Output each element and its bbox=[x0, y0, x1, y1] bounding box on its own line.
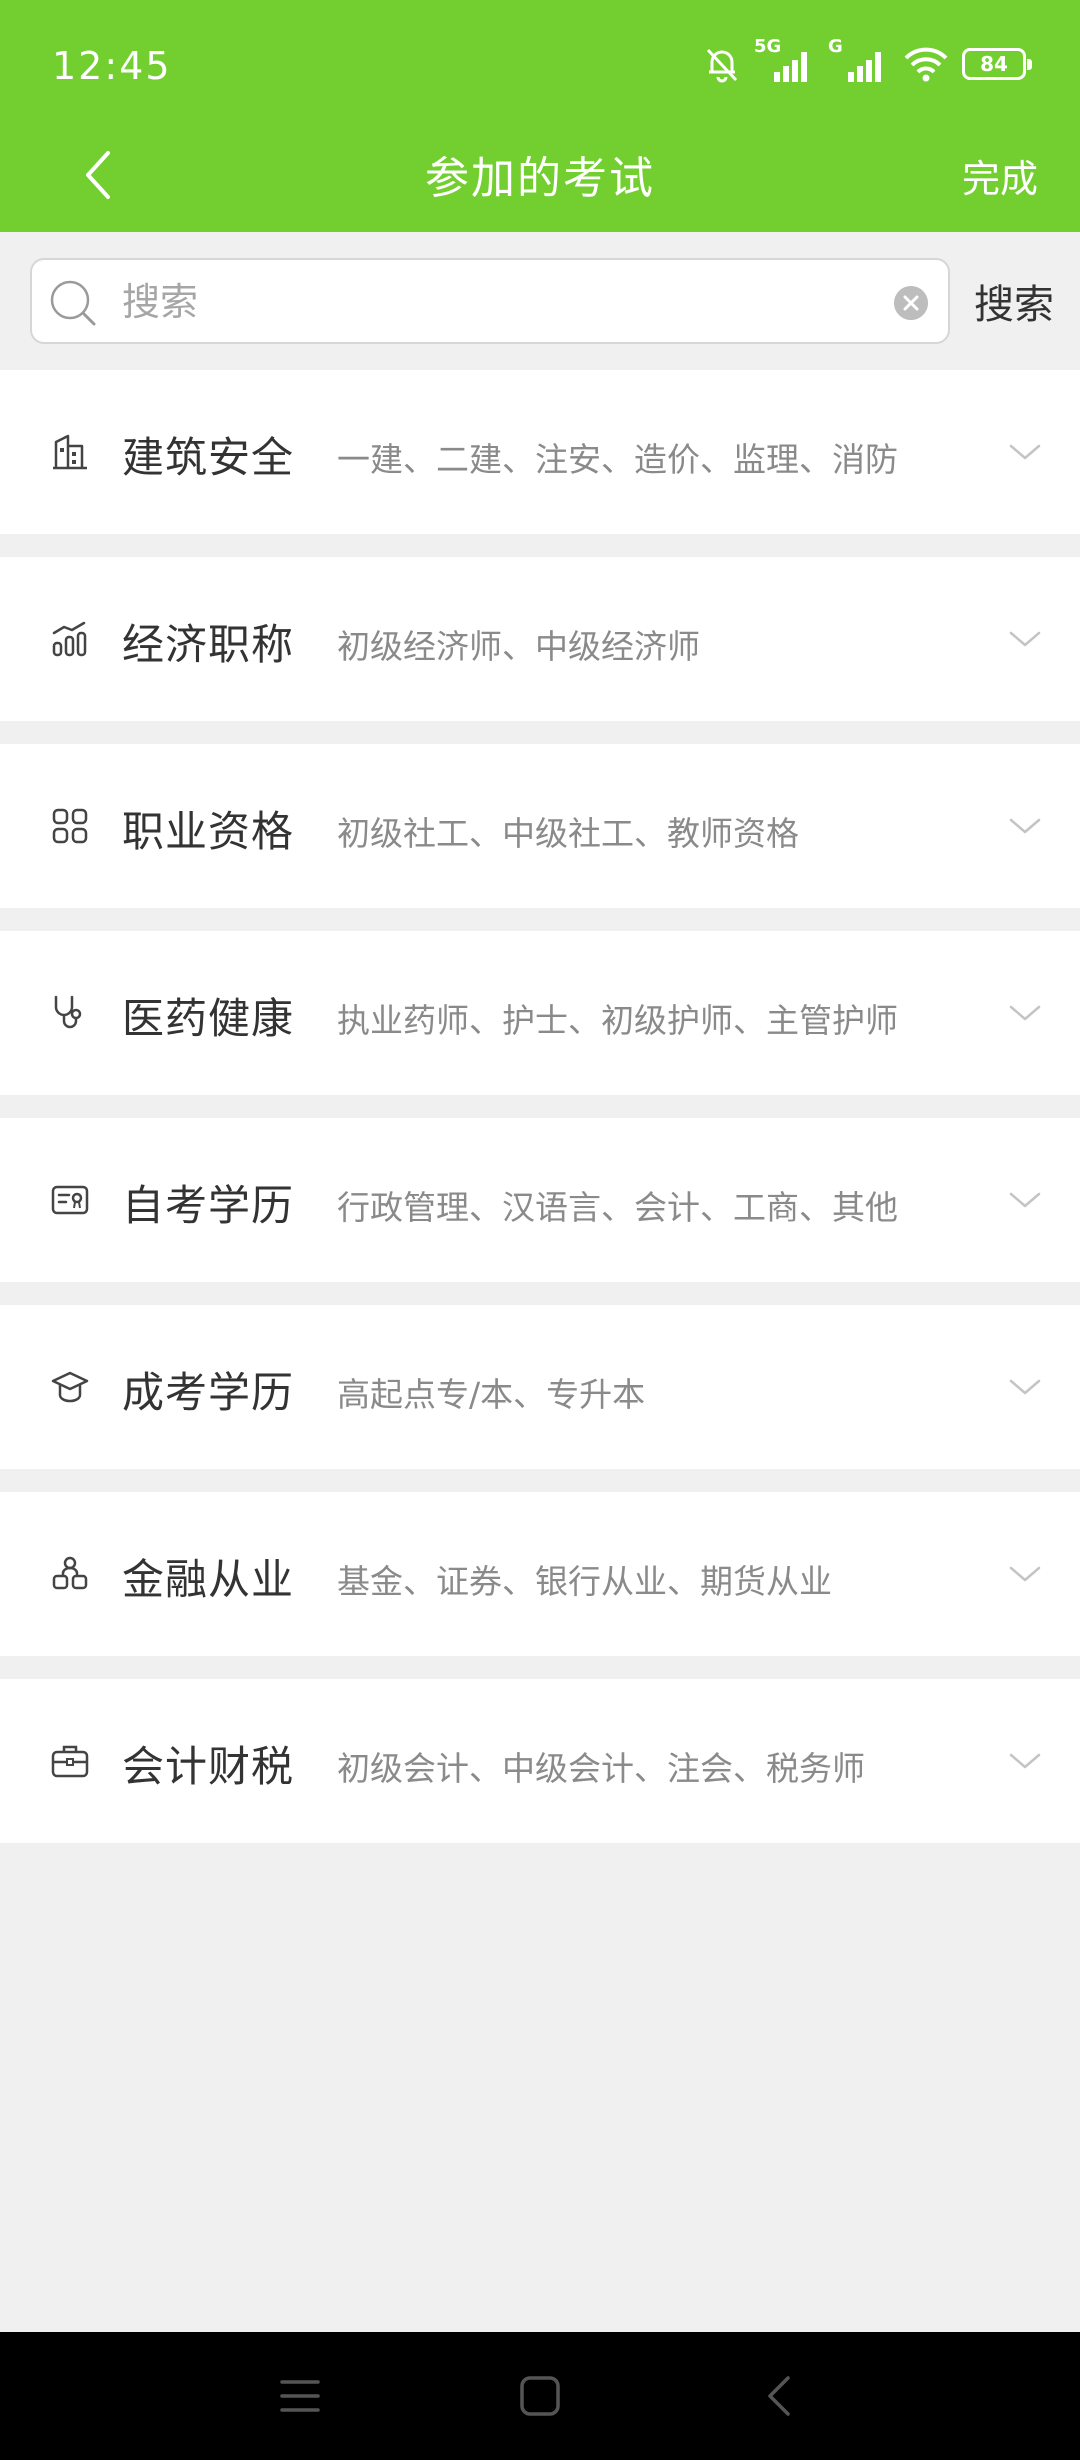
nav-back-icon[interactable] bbox=[760, 2372, 800, 2420]
category-title: 成考学历 bbox=[122, 1368, 295, 1417]
battery-icon: 84 bbox=[962, 48, 1032, 80]
signal-5g: 5G bbox=[754, 36, 816, 86]
status-time: 12:45 bbox=[52, 44, 172, 88]
clear-icon[interactable] bbox=[894, 286, 928, 320]
category-title: 会计财税 bbox=[122, 1742, 295, 1791]
search-box[interactable] bbox=[30, 258, 950, 344]
status-bar: 12:45 5G G 84 bbox=[0, 0, 1080, 120]
chevron-down-icon bbox=[1009, 818, 1041, 834]
bar-chart-icon bbox=[52, 621, 87, 657]
category-subtitle: 一建、二建、注安、造价、监理、消防 bbox=[337, 440, 898, 479]
graduation-cap-icon bbox=[51, 1371, 89, 1403]
category-subtitle: 基金、证券、银行从业、期货从业 bbox=[337, 1562, 832, 1601]
signal-g: G bbox=[828, 36, 890, 86]
signal-icon bbox=[774, 52, 807, 82]
category-row-medical[interactable]: 医药健康 执业药师、护士、初级护师、主管护师 bbox=[0, 931, 1080, 1095]
system-nav-bar bbox=[0, 2332, 1080, 2460]
header: 12:45 5G G 84 参加的考试 完成 bbox=[0, 0, 1080, 232]
chevron-down-icon bbox=[1009, 1753, 1041, 1769]
chevron-down-icon bbox=[1009, 1005, 1041, 1021]
search-area: 搜索 bbox=[0, 232, 1080, 370]
app-root: 12:45 5G G 84 参加的考试 完成 搜索 搜索 建筑安全 一建、二建、… bbox=[0, 0, 1080, 2460]
category-subtitle: 初级经济师、中级经济师 bbox=[337, 627, 700, 666]
chevron-down-icon bbox=[1009, 1192, 1041, 1208]
briefcase-icon bbox=[51, 1745, 89, 1778]
category-title: 医药健康 bbox=[122, 994, 295, 1043]
category-title: 职业资格 bbox=[122, 807, 295, 856]
category-row-building-safety[interactable]: 建筑安全 一建、二建、注安、造价、监理、消防 bbox=[0, 370, 1080, 534]
grid-icon bbox=[52, 808, 88, 844]
battery-level: 84 bbox=[980, 52, 1008, 76]
home-icon[interactable] bbox=[518, 2374, 562, 2418]
page-title: 参加的考试 bbox=[425, 153, 655, 204]
building-icon bbox=[53, 434, 87, 470]
chevron-down-icon bbox=[1009, 1379, 1041, 1395]
category-subtitle: 高起点专/本、专升本 bbox=[337, 1375, 646, 1414]
category-title: 经济职称 bbox=[122, 620, 295, 669]
wifi-icon bbox=[904, 47, 948, 82]
category-row-finance[interactable]: 金融从业 基金、证券、银行从业、期货从业 bbox=[0, 1492, 1080, 1656]
menu-icon[interactable] bbox=[278, 2376, 322, 2416]
category-subtitle: 初级社工、中级社工、教师资格 bbox=[337, 814, 799, 853]
category-list: 建筑安全 一建、二建、注安、造价、监理、消防 经济职称 初级经济师、中级经济师 bbox=[0, 370, 1080, 1866]
search-button[interactable]: 搜索 bbox=[974, 272, 1054, 330]
category-row-professional[interactable]: 职业资格 初级社工、中级社工、教师资格 bbox=[0, 744, 1080, 908]
signal-icon bbox=[848, 52, 881, 82]
people-icon bbox=[52, 1556, 88, 1590]
done-button[interactable]: 完成 bbox=[962, 148, 1038, 203]
category-title: 金融从业 bbox=[122, 1555, 295, 1604]
category-subtitle: 执业药师、护士、初级护师、主管护师 bbox=[337, 1001, 898, 1040]
search-input[interactable] bbox=[122, 274, 902, 330]
title-bar: 参加的考试 完成 bbox=[0, 120, 1080, 232]
category-row-adult-education[interactable]: 成考学历 高起点专/本、专升本 bbox=[0, 1305, 1080, 1469]
category-row-accounting[interactable]: 会计财税 初级会计、中级会计、注会、税务师 bbox=[0, 1679, 1080, 1843]
search-icon bbox=[50, 280, 96, 326]
category-row-economics[interactable]: 经济职称 初级经济师、中级经济师 bbox=[0, 557, 1080, 721]
chevron-down-icon bbox=[1009, 1566, 1041, 1582]
category-title: 自考学历 bbox=[122, 1181, 295, 1230]
category-subtitle: 行政管理、汉语言、会计、工商、其他 bbox=[337, 1188, 898, 1227]
mute-bell-icon bbox=[706, 48, 738, 83]
status-icons: 5G G 84 bbox=[690, 36, 1032, 86]
category-title: 建筑安全 bbox=[122, 433, 295, 482]
category-row-self-study[interactable]: 自考学历 行政管理、汉语言、会计、工商、其他 bbox=[0, 1118, 1080, 1282]
chevron-down-icon bbox=[1009, 631, 1041, 647]
stethoscope-icon bbox=[54, 995, 82, 1029]
certificate-icon bbox=[51, 1185, 89, 1215]
chevron-down-icon bbox=[1009, 444, 1041, 460]
category-subtitle: 初级会计、中级会计、注会、税务师 bbox=[337, 1749, 865, 1788]
